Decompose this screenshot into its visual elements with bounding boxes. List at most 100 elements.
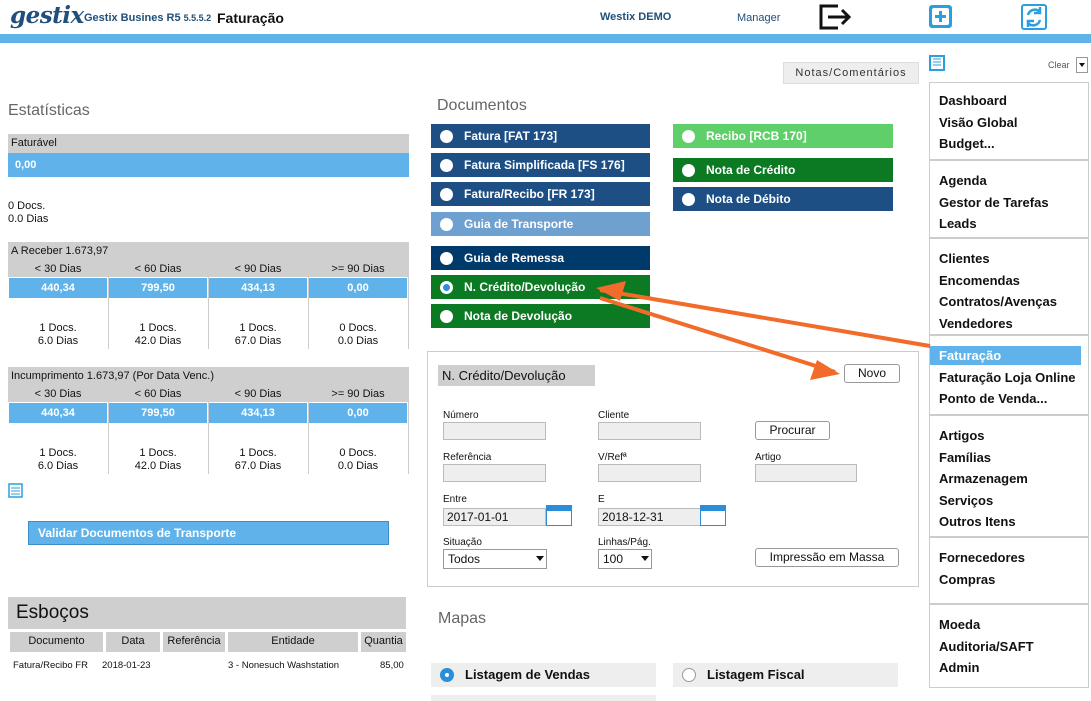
artigo-input[interactable]	[755, 464, 857, 482]
menu-group: Agenda Gestor de Tarefas Leads	[930, 163, 1088, 239]
menu-group: Moeda Auditoria/SAFT Admin	[930, 607, 1088, 689]
menu-item-budget[interactable]: Budget...	[939, 136, 995, 151]
menu-item-dashboard[interactable]: Dashboard	[939, 93, 1007, 108]
col-quantia[interactable]: Quantia	[361, 632, 406, 652]
incumprimento-divider	[408, 402, 409, 474]
sync-icon[interactable]	[1017, 3, 1051, 31]
novo-button[interactable]: Novo	[844, 364, 900, 383]
linhas-select[interactable]: 100	[598, 549, 652, 569]
company-name[interactable]: Westix DEMO	[600, 11, 671, 23]
radio-icon[interactable]	[440, 188, 453, 201]
numero-input[interactable]	[443, 422, 546, 440]
entre-date-input[interactable]: 2017-01-01	[443, 508, 546, 526]
incumprimento-divider	[308, 402, 309, 474]
a-receber-value[interactable]: 440,34	[8, 277, 108, 299]
menu-item-ponto-de-venda[interactable]: Ponto de Venda...	[939, 391, 1047, 406]
menu-item-armazenagem[interactable]: Armazenagem	[939, 471, 1028, 486]
menu-item-compras[interactable]: Compras	[939, 572, 995, 587]
doc-fatura[interactable]: Fatura [FAT 173]	[431, 124, 650, 148]
menu-item-agenda[interactable]: Agenda	[939, 173, 987, 188]
referencia-input[interactable]	[443, 464, 546, 482]
doc-nota-credito[interactable]: Nota de Crédito	[673, 158, 893, 182]
incumprimento-value[interactable]: 799,50	[108, 402, 208, 424]
e-date-input[interactable]: 2018-12-31	[598, 508, 701, 526]
incumprimento-value[interactable]: 434,13	[208, 402, 308, 424]
menu-item-servicos[interactable]: Serviços	[939, 493, 993, 508]
radio-icon[interactable]	[682, 130, 695, 143]
radio-selected-icon[interactable]	[440, 668, 454, 682]
incumprimento-value[interactable]: 0,00	[308, 402, 408, 424]
doc-recibo[interactable]: Recibo [RCB 170]	[673, 124, 893, 148]
vref-input[interactable]	[598, 464, 701, 482]
mapa-listagem-fiscal[interactable]: Listagem Fiscal	[673, 663, 898, 687]
a-receber-dias: 6.0 Dias	[37, 335, 79, 347]
menu-item-faturacao[interactable]: Faturação	[930, 346, 1081, 365]
col-referencia[interactable]: Referência	[163, 632, 225, 652]
col-entidade[interactable]: Entidade	[228, 632, 358, 652]
doc-nota-devolucao[interactable]: Nota de Devolução	[431, 304, 650, 328]
a-receber-divider	[108, 277, 109, 349]
radio-selected-icon[interactable]	[440, 281, 453, 294]
doc-nota-debito[interactable]: Nota de Débito	[673, 187, 893, 211]
gestix-logo[interactable]: gestix	[10, 2, 84, 29]
radio-icon[interactable]	[440, 252, 453, 265]
menu-item-fornecedores[interactable]: Fornecedores	[939, 550, 1025, 565]
radio-icon[interactable]	[440, 310, 453, 323]
menu-item-faturacao-loja-online[interactable]: Faturação Loja Online	[939, 370, 1076, 385]
menu-item-outros-itens[interactable]: Outros Itens	[939, 514, 1016, 529]
situacao-select[interactable]: Todos	[443, 549, 547, 569]
menu-item-gestor-de-tarefas[interactable]: Gestor de Tarefas	[939, 195, 1049, 210]
doc-fatura-simplificada[interactable]: Fatura Simplificada [FS 176]	[431, 153, 650, 177]
radio-icon[interactable]	[440, 218, 453, 231]
clear-select[interactable]: Clear	[1048, 57, 1088, 73]
incumprimento-docs: 0 Docs.	[339, 447, 377, 459]
radio-icon[interactable]	[682, 193, 695, 206]
doc-guia-transporte[interactable]: Guia de Transporte	[431, 212, 650, 236]
doc-label: Fatura/Recibo [FR 173]	[464, 187, 595, 201]
a-receber-value[interactable]: 434,13	[208, 277, 308, 299]
main-menu: Dashboard Visão Global Budget... Agenda Gest…	[929, 82, 1089, 688]
radio-icon[interactable]	[682, 164, 695, 177]
col-documento[interactable]: Documento	[10, 632, 103, 652]
cliente-input[interactable]	[598, 422, 701, 440]
validar-documentos-button[interactable]: Validar Documentos de Transporte	[28, 521, 389, 545]
radio-icon[interactable]	[440, 130, 453, 143]
calendar-icon[interactable]	[700, 505, 726, 526]
doc-guia-remessa[interactable]: Guia de Remessa	[431, 246, 650, 270]
menu-item-visao-global[interactable]: Visão Global	[939, 115, 1018, 130]
logout-icon[interactable]	[818, 3, 852, 31]
a-receber-docs: 1 Docs.	[139, 322, 177, 334]
user-role[interactable]: Manager	[737, 12, 780, 24]
radio-icon[interactable]	[682, 668, 696, 682]
panel-toggle-icon[interactable]	[929, 55, 945, 71]
menu-item-admin[interactable]: Admin	[939, 660, 979, 675]
a-receber-value[interactable]: 799,50	[108, 277, 208, 299]
vref-label: V/Refª	[598, 452, 627, 463]
incumprimento-value[interactable]: 440,34	[8, 402, 108, 424]
table-row[interactable]: Fatura/Recibo FR 2018-01-23 3 - Nonesuch…	[8, 660, 406, 676]
incumprimento-docs: 1 Docs.	[239, 447, 277, 459]
radio-icon[interactable]	[440, 159, 453, 172]
menu-item-encomendas[interactable]: Encomendas	[939, 273, 1020, 288]
menu-item-moeda[interactable]: Moeda	[939, 617, 980, 632]
doc-nota-credito-devolucao[interactable]: N. Crédito/Devolução	[431, 275, 650, 299]
doc-label: Guia de Remessa	[464, 251, 565, 265]
doc-fatura-recibo[interactable]: Fatura/Recibo [FR 173]	[431, 182, 650, 206]
mapa-listagem-vendas[interactable]: Listagem de Vendas	[431, 663, 656, 687]
faturavel-value[interactable]: 0,00	[8, 153, 409, 177]
menu-item-contratos-avencas[interactable]: Contratos/Avenças	[939, 294, 1057, 309]
a-receber-value[interactable]: 0,00	[308, 277, 408, 299]
menu-item-leads[interactable]: Leads	[939, 216, 977, 231]
impressao-massa-button[interactable]: Impressão em Massa	[755, 548, 899, 567]
calendar-icon[interactable]	[546, 505, 572, 526]
menu-item-artigos[interactable]: Artigos	[939, 428, 985, 443]
procurar-button[interactable]: Procurar	[755, 421, 830, 440]
menu-item-clientes[interactable]: Clientes	[939, 251, 990, 266]
add-new-icon[interactable]	[925, 3, 959, 31]
menu-item-auditoria-saft[interactable]: Auditoria/SAFT	[939, 639, 1034, 654]
notes-tab[interactable]: Notas/Comentários	[783, 62, 919, 84]
menu-item-familias[interactable]: Famílias	[939, 450, 991, 465]
col-data[interactable]: Data	[106, 632, 160, 652]
list-icon[interactable]	[8, 483, 23, 498]
menu-item-vendedores[interactable]: Vendedores	[939, 316, 1013, 331]
